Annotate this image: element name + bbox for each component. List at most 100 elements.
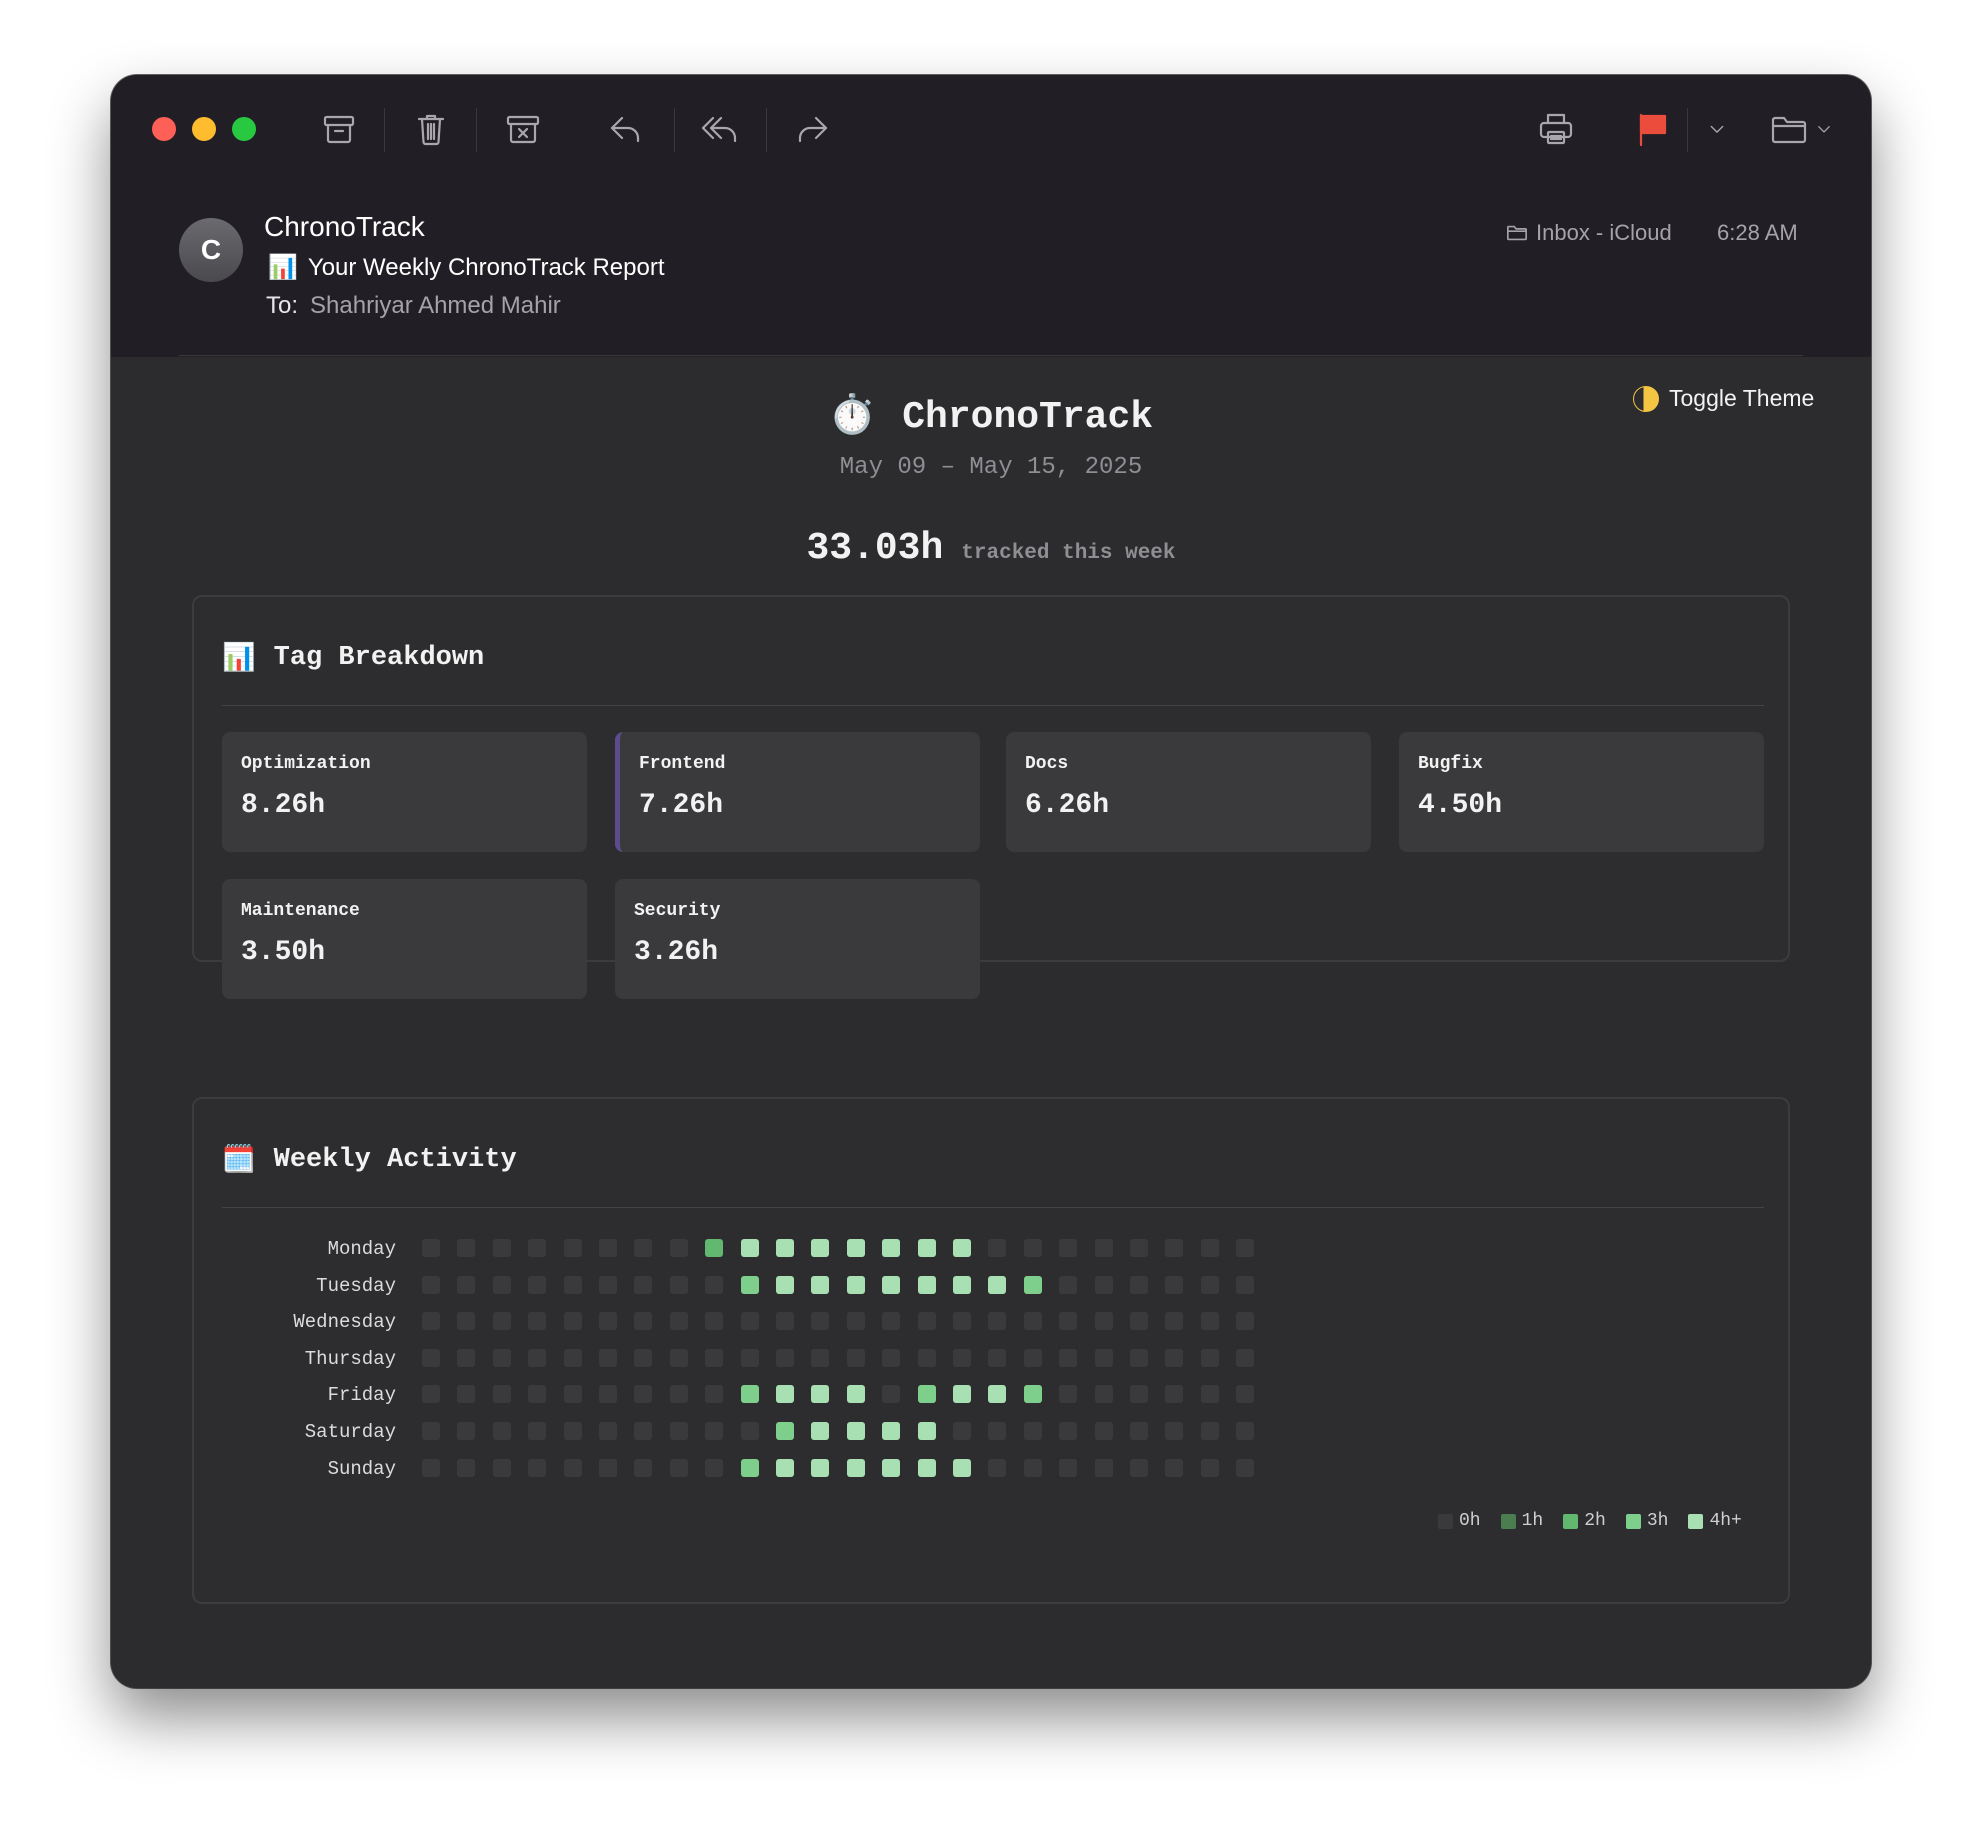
minimize-window-button[interactable] — [192, 117, 216, 141]
close-window-button[interactable] — [152, 117, 176, 141]
day-label-tuesday: Tuesday — [316, 1274, 396, 1297]
heatmap-cell — [846, 1348, 865, 1367]
heatmap-cell — [492, 1458, 511, 1477]
heatmap-cell — [953, 1275, 971, 1294]
flag-button[interactable] — [1629, 105, 1677, 153]
heatmap-cell — [1165, 1422, 1184, 1440]
legend-swatch — [1688, 1513, 1704, 1529]
heatmap-cell — [422, 1312, 440, 1331]
chevron-down-icon — [1710, 125, 1724, 133]
heatmap-cell — [563, 1239, 582, 1257]
heatmap-cell — [1130, 1239, 1148, 1257]
heatmap-cell — [422, 1348, 440, 1367]
chevron-down-icon — [1818, 126, 1830, 133]
reply-button[interactable] — [602, 105, 650, 153]
message-body: Toggle Theme ⏱️ ChronoTrack May 09 – May … — [111, 357, 1871, 1688]
heatmap-cell — [1165, 1348, 1184, 1367]
heatmap-cell — [776, 1385, 794, 1404]
heatmap-cell — [1094, 1239, 1113, 1257]
heatmap-cell — [1059, 1385, 1078, 1404]
to-label: To: — [266, 292, 299, 319]
heatmap-cell — [988, 1312, 1007, 1331]
heatmap-cell — [563, 1385, 582, 1404]
heatmap-cell — [811, 1422, 830, 1440]
zoom-window-button[interactable] — [232, 117, 256, 141]
heatmap-cell — [1094, 1275, 1113, 1294]
heatmap-cell — [776, 1312, 794, 1331]
heatmap-cell — [917, 1422, 936, 1440]
heatmap-cell — [1165, 1385, 1184, 1404]
heatmap-cell — [846, 1312, 865, 1331]
reply-all-button[interactable] — [695, 105, 743, 153]
heatmap-cell — [492, 1239, 511, 1257]
subject-text: Your Weekly ChronoTrack Report — [307, 253, 665, 281]
heatmap-cell — [917, 1458, 936, 1477]
heatmap-cell — [846, 1239, 865, 1257]
heatmap-cell — [457, 1458, 476, 1477]
heatmap-cell — [563, 1348, 582, 1367]
folder-icon — [1771, 116, 1807, 144]
heatmap-cell — [1165, 1275, 1184, 1294]
sender-name[interactable]: ChronoTrack — [264, 211, 425, 243]
heatmap-cell — [492, 1422, 511, 1440]
heatmap-cell — [776, 1239, 794, 1257]
heatmap-cell — [1130, 1422, 1148, 1440]
recipient-name[interactable]: Shahriyar Ahmed Mahir — [310, 292, 561, 319]
heatmap-cell — [846, 1275, 865, 1294]
received-time: 6:28 AM — [1717, 220, 1798, 245]
heatmap-cell — [563, 1422, 582, 1440]
heatmap-cell — [1200, 1239, 1219, 1257]
heatmap-cell — [634, 1458, 653, 1477]
heatmap-cell — [1059, 1312, 1078, 1331]
print-button[interactable] — [1532, 105, 1580, 153]
calendar-icon: 🗓️ — [222, 1147, 256, 1177]
heatmap-cell — [1165, 1312, 1184, 1331]
heatmap-cell — [1200, 1458, 1219, 1477]
heatmap-cell — [811, 1239, 830, 1257]
tag-breakdown-heading: 📊 Tag Breakdown — [222, 641, 484, 675]
legend-label: 1h — [1521, 1511, 1544, 1531]
folder-icon — [1507, 225, 1527, 241]
heatmap-cell — [528, 1239, 547, 1257]
weekly-activity-title: Weekly Activity — [273, 1145, 517, 1175]
move-to-folder-button[interactable] — [1765, 105, 1813, 153]
heatmap-cell — [599, 1275, 617, 1294]
heatmap-cell — [882, 1239, 901, 1257]
heatmap-cell — [1059, 1348, 1078, 1367]
heatmap-cell — [811, 1385, 830, 1404]
heatmap-cell — [422, 1239, 440, 1257]
heatmap-cell — [988, 1239, 1007, 1257]
heatmap-cell — [776, 1275, 794, 1294]
heatmap-cell — [1130, 1312, 1148, 1331]
heatmap-cell — [563, 1275, 582, 1294]
trash-button[interactable] — [407, 105, 455, 153]
heatmap-cell — [705, 1312, 724, 1331]
mailbox-location[interactable]: Inbox - iCloud — [1506, 220, 1672, 246]
heatmap-cell — [422, 1458, 440, 1477]
heatmap-cell — [988, 1275, 1007, 1294]
heatmap-cell — [917, 1275, 936, 1294]
tag-hours: 8.26h — [241, 790, 326, 821]
heatmap-cell — [740, 1385, 759, 1404]
heatmap-cell — [1094, 1312, 1113, 1331]
heatmap-cell — [740, 1422, 759, 1440]
heatmap-cell — [1094, 1348, 1113, 1367]
flag-menu-button[interactable] — [1701, 105, 1733, 153]
heatmap-cell — [1130, 1458, 1148, 1477]
archive-button[interactable] — [315, 105, 363, 153]
heatmap-cell — [846, 1422, 865, 1440]
junk-button[interactable] — [499, 105, 547, 153]
heatmap-cell — [1200, 1348, 1219, 1367]
heatmap-cell — [953, 1312, 971, 1331]
folder-menu-button[interactable] — [1811, 105, 1837, 153]
heatmap-cell — [811, 1275, 830, 1294]
heatmap-cell — [457, 1348, 476, 1367]
heatmap-cell — [669, 1385, 688, 1404]
heatmap-legend: 0h 1h 2h 3h 4h+ — [1438, 1511, 1742, 1531]
heatmap-cell — [528, 1385, 547, 1404]
forward-button[interactable] — [788, 105, 836, 153]
heatmap-cell — [705, 1385, 724, 1404]
heatmap-cell — [811, 1458, 830, 1477]
heatmap-cell — [917, 1348, 936, 1367]
heatmap-cell — [953, 1458, 971, 1477]
